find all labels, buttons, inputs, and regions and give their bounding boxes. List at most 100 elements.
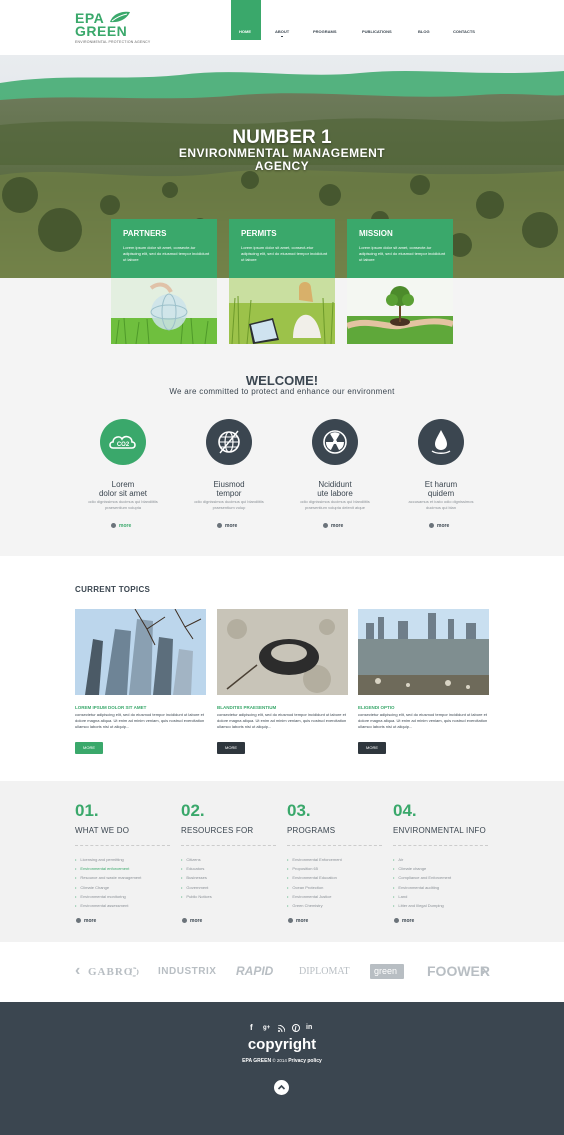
list-item[interactable]: Compliance and Enforcement — [393, 873, 451, 882]
topic-more-button-2[interactable]: MORE — [217, 742, 245, 754]
welcome-item-title-line1: Ncididunt — [318, 480, 352, 489]
more-label: more — [296, 918, 309, 924]
feature-card-partners[interactable]: PARTNERS Lorem ipsum dolor sit amet, con… — [111, 219, 217, 278]
partner-logo-gabro[interactable]: GABRO — [88, 966, 133, 978]
nav-programs[interactable]: PROGRAMS — [313, 29, 337, 34]
list-item[interactable]: Environmental auditing — [393, 883, 451, 892]
list-item[interactable]: Climate change — [393, 864, 451, 873]
list-item[interactable]: Public Notices — [181, 892, 211, 901]
topic-title-1[interactable]: LOREM IPSUM DOLOR SIT AMET — [75, 705, 146, 710]
carousel-next-button[interactable]: › — [481, 962, 486, 980]
feature-image-globe — [111, 278, 217, 344]
welcome-item-text-line2: praesentium volupta delenit atque — [304, 505, 366, 510]
radiation-icon — [312, 419, 358, 465]
nav-about-dropdown-indicator — [281, 36, 283, 37]
footer-copyright-line: EPA GREEN © 2014 Privacy policy — [0, 1058, 564, 1064]
feature-title: PARTNERS — [123, 229, 167, 238]
footer-brand: EPA GREEN — [242, 1058, 272, 1064]
list-item[interactable]: Green Chemistry — [287, 901, 342, 910]
list-item[interactable]: Proposition 65 — [287, 864, 342, 873]
list-item[interactable]: Environmental assessment — [75, 901, 141, 910]
list-item[interactable]: Environmental Justice — [287, 892, 342, 901]
nav-home[interactable]: HOME — [239, 29, 251, 34]
co2-cloud-icon: CO2 — [100, 419, 146, 465]
category-more-link-1[interactable]: more — [76, 918, 96, 924]
pinterest-icon[interactable] — [292, 1024, 300, 1032]
more-label: more — [190, 918, 203, 924]
list-item[interactable]: Environmental Education — [287, 873, 342, 882]
google-plus-icon[interactable]: g+ — [263, 1025, 270, 1031]
list-item[interactable]: Land — [393, 892, 451, 901]
nav-blog[interactable]: BLOG — [418, 29, 430, 34]
topic-image-skyscrapers[interactable] — [75, 609, 206, 695]
welcome-item-title: Ncididunt ute labore — [285, 480, 385, 498]
list-item[interactable]: Educators — [181, 864, 212, 873]
back-to-top-button[interactable] — [274, 1080, 289, 1095]
list-item[interactable]: Government — [181, 883, 212, 892]
arrow-circle-icon — [429, 523, 434, 528]
feature-image-sapling-hands — [347, 278, 453, 344]
divider — [287, 845, 382, 846]
arrow-circle-icon — [182, 918, 187, 923]
topic-text-3: consectetur adipiscing elit, sed do eius… — [358, 712, 488, 729]
list-item[interactable]: Air — [393, 855, 451, 864]
privacy-policy-link[interactable]: Privacy policy — [288, 1058, 322, 1064]
welcome-more-link-2[interactable]: more — [217, 523, 237, 529]
carousel-prev-button[interactable]: ‹ — [75, 962, 80, 980]
chevron-up-icon — [277, 1084, 286, 1090]
category-list-2: Citizens Educators Businesses Government… — [181, 855, 212, 901]
welcome-item-text-line2: praesentium volup — [212, 505, 246, 510]
logo-tagline: ENVIRONMENTAL PROTECTION AGENCY — [75, 40, 151, 44]
partner-logo-industrix[interactable]: INDUSTRIX — [158, 966, 216, 977]
category-number-4: 04. — [393, 801, 417, 820]
welcome-more-link-4[interactable]: more — [429, 523, 449, 529]
category-more-link-4[interactable]: more — [394, 918, 414, 924]
feature-text: Lorem ipsum dolor sit amet, consect-etur… — [241, 245, 328, 262]
list-item[interactable]: Resource and waste management — [75, 873, 141, 882]
list-item[interactable]: Ocean Protection — [287, 883, 342, 892]
category-list-1: Licensing and permitting Environmental e… — [75, 855, 141, 910]
category-number-1: 01. — [75, 801, 99, 820]
partner-logo-diplomat[interactable]: DIPLOMAT — [299, 966, 350, 977]
topic-image-tire[interactable] — [217, 609, 348, 695]
feature-card-permits[interactable]: PERMITS Lorem ipsum dolor sit amet, cons… — [229, 219, 335, 278]
svg-text:CO2: CO2 — [117, 442, 130, 448]
list-item[interactable]: Litter and Illegal Dumping — [393, 901, 451, 910]
nav-about[interactable]: ABOUT — [275, 29, 289, 34]
list-item[interactable]: Climate Change — [75, 883, 141, 892]
more-label: more — [331, 523, 344, 529]
welcome-more-link-1[interactable]: more — [111, 523, 131, 529]
feature-image-woman-laptop — [229, 278, 335, 344]
category-more-link-3[interactable]: more — [288, 918, 308, 924]
list-item[interactable]: Environmental enforcement — [75, 864, 141, 873]
topic-more-button-1[interactable]: MORE — [75, 742, 103, 754]
topic-title-2[interactable]: BLANDITIIS PRAESENTIUM — [217, 705, 276, 710]
category-more-link-2[interactable]: more — [182, 918, 202, 924]
topic-title-3[interactable]: ELIGENDI OPTIO — [358, 705, 395, 710]
logo-text-green[interactable]: GREEN — [75, 24, 127, 38]
nav-contacts[interactable]: CONTACTS — [453, 29, 475, 34]
partner-logo-green[interactable]: green — [374, 966, 397, 976]
welcome-heading: WELCOME! — [245, 373, 319, 388]
list-item[interactable]: Environmental Enforcement — [287, 855, 341, 864]
globe-icon — [206, 419, 252, 465]
list-item[interactable]: Environmental monitoring — [75, 892, 141, 901]
welcome-more-link-3[interactable]: more — [323, 523, 343, 529]
divider — [181, 845, 276, 846]
topic-more-button-3[interactable]: MORE — [358, 742, 386, 754]
list-item[interactable]: Citizens — [181, 855, 212, 864]
list-item[interactable]: Licensing and permitting — [75, 855, 141, 864]
welcome-item-text-line2: ducimus qui blan — [425, 505, 457, 510]
list-item[interactable]: Businesses — [181, 873, 212, 882]
category-number-2: 02. — [181, 801, 205, 820]
welcome-item-text: accusamus et iusto odio dignissimos ducim… — [391, 499, 491, 511]
feature-card-mission[interactable]: MISSION Lorem ipsum dolor sit amet, cons… — [347, 219, 453, 278]
partner-logo-rapid[interactable]: RAPID — [236, 964, 273, 978]
rss-icon[interactable] — [278, 1025, 285, 1032]
linkedin-icon[interactable]: in — [306, 1024, 312, 1031]
facebook-icon[interactable]: f — [250, 1023, 253, 1032]
topic-image-polluted-lake[interactable] — [358, 609, 489, 695]
topic-text-1: consectetur adipiscing elit, sed do eius… — [75, 712, 205, 729]
nav-publications[interactable]: PUBLICATIONS — [362, 29, 392, 34]
welcome-item-text: odio dignissimos ducimus qui blandiitiis… — [285, 499, 385, 511]
